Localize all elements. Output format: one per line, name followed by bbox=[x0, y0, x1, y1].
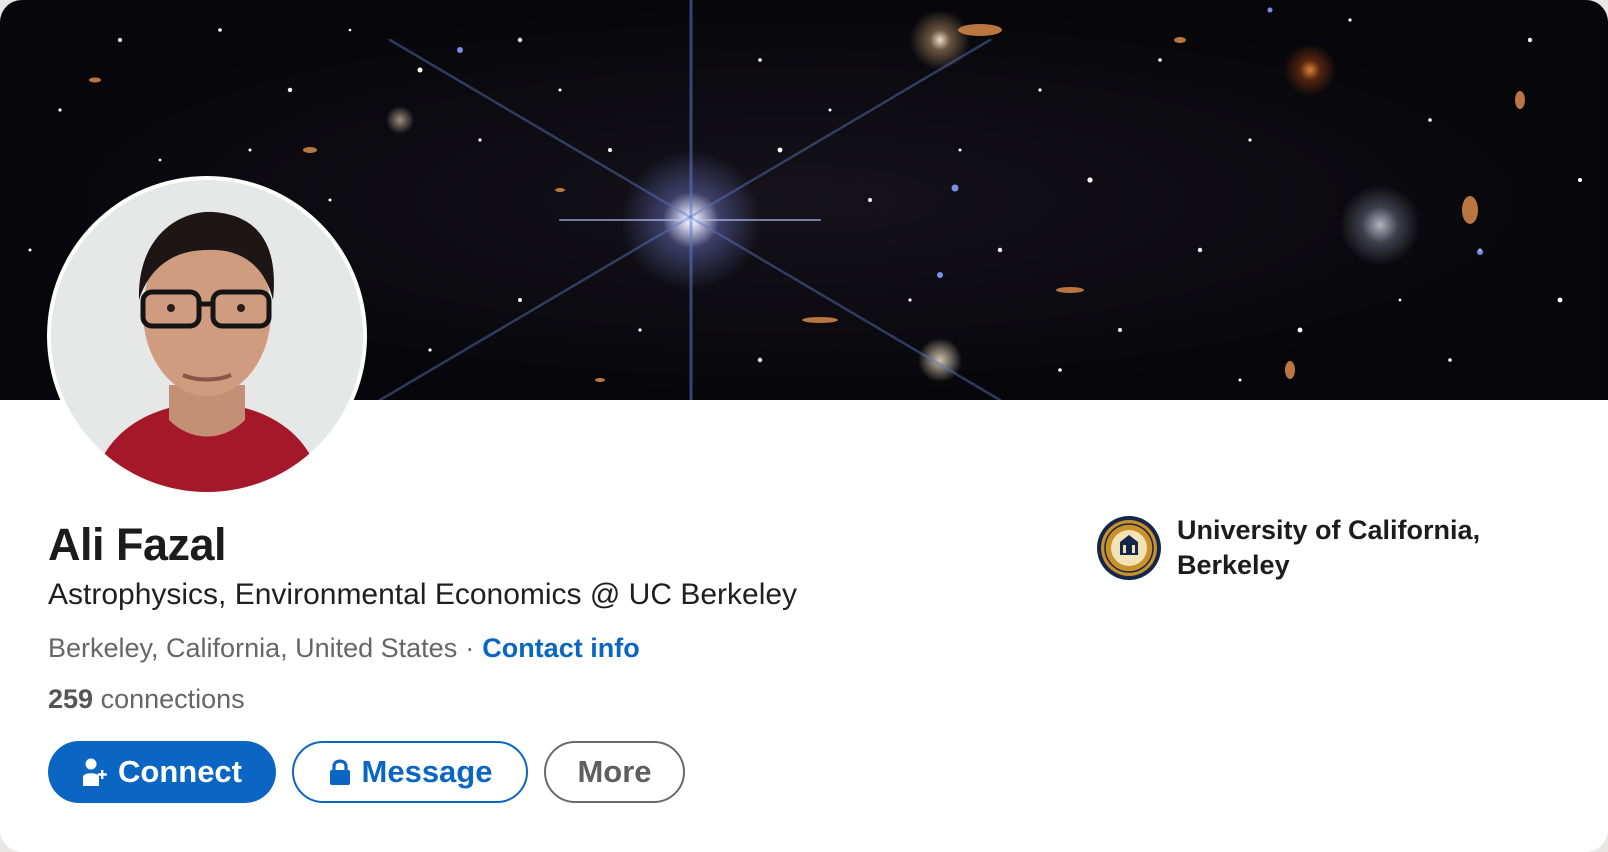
connections-count: 259 bbox=[48, 684, 94, 714]
contact-info-link[interactable]: Contact info bbox=[482, 633, 639, 663]
more-label: More bbox=[577, 754, 652, 789]
uc-berkeley-seal-icon bbox=[1097, 516, 1161, 580]
message-label: Message bbox=[361, 754, 493, 789]
profile-photo[interactable] bbox=[47, 176, 367, 496]
add-person-icon bbox=[82, 757, 108, 787]
school-name: University of California, Berkeley bbox=[1177, 515, 1481, 580]
person-photo bbox=[51, 180, 363, 492]
profile-headline: Astrophysics, Environmental Economics @ … bbox=[48, 578, 798, 611]
connections-row: 259 connections bbox=[48, 682, 245, 716]
connect-label: Connect bbox=[118, 754, 242, 789]
more-button[interactable]: More bbox=[544, 741, 685, 803]
lock-icon bbox=[328, 758, 352, 786]
separator-dot: · bbox=[465, 633, 475, 663]
connections-label: connections bbox=[100, 684, 245, 714]
avatar bbox=[51, 180, 363, 492]
profile-name: Ali Fazal bbox=[48, 519, 227, 570]
profile-card: Ali Fazal Astrophysics, Environmental Ec… bbox=[0, 0, 1608, 852]
message-button[interactable]: Message bbox=[292, 741, 528, 803]
connect-button[interactable]: Connect bbox=[48, 741, 276, 803]
location-row: Berkeley, California, United States · Cont… bbox=[48, 631, 640, 665]
location-text: Berkeley, California, United States bbox=[48, 633, 458, 663]
education-entry[interactable]: University of California, Berkeley bbox=[1096, 513, 1557, 583]
